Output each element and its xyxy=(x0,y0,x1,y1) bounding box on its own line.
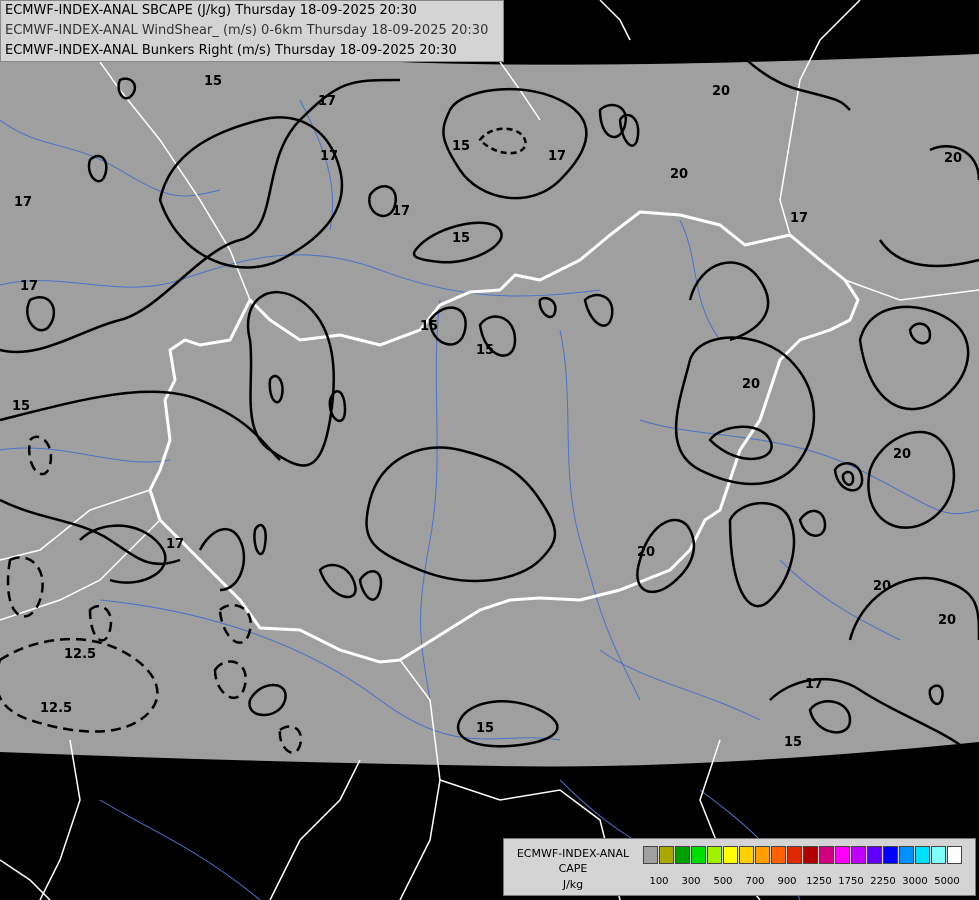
contour-label: 12.5 xyxy=(64,647,96,662)
legend-swatch xyxy=(819,846,834,864)
legend-swatch xyxy=(707,846,722,864)
contour-label: 15 xyxy=(452,231,470,246)
legend-tick-label: 300 xyxy=(681,876,701,887)
contour-label: 12.5 xyxy=(40,701,72,716)
cape-legend: ECMWF-INDEX-ANAL CAPE J/kg 100 300 500 700 9… xyxy=(503,838,976,896)
contour-label: 17 xyxy=(318,94,336,109)
legend-tick-label: 2250 xyxy=(870,876,896,887)
contour-label: 15 xyxy=(452,139,470,154)
legend-tick-label: 3000 xyxy=(902,876,928,887)
legend-swatch xyxy=(947,846,962,864)
weather-map: 15 17 20 15 17 17 17 17 15 20 20 17 17 1… xyxy=(0,0,979,900)
map-domain xyxy=(0,54,979,767)
contour-label: 15 xyxy=(12,399,30,414)
legend-tick-label: 5000 xyxy=(934,876,960,887)
legend-tick-label: 1750 xyxy=(838,876,864,887)
legend-unit: J/kg xyxy=(562,878,584,891)
legend-swatch xyxy=(803,846,818,864)
legend-tick-label: 700 xyxy=(745,876,765,887)
legend-swatch xyxy=(691,846,706,864)
legend-swatch xyxy=(787,846,802,864)
legend-swatch xyxy=(915,846,930,864)
legend-swatch xyxy=(867,846,882,864)
legend-swatch xyxy=(931,846,946,864)
map-header: ECMWF-INDEX-ANAL SBCAPE (J/kg) Thursday … xyxy=(0,0,504,62)
legend-swatch xyxy=(755,846,770,864)
header-line-sbcape: ECMWF-INDEX-ANAL SBCAPE (J/kg) Thursday … xyxy=(5,3,417,18)
contour-label: 15 xyxy=(420,319,438,334)
contour-label: 17 xyxy=(20,279,38,294)
contour-label: 15 xyxy=(476,721,494,736)
header-line-bunkers: ECMWF-INDEX-ANAL Bunkers Right (m/s) Thu… xyxy=(5,43,457,58)
legend-variable: CAPE xyxy=(558,862,588,875)
legend-swatch xyxy=(851,846,866,864)
legend-swatch xyxy=(739,846,754,864)
contour-label: 15 xyxy=(204,74,222,89)
contour-label: 17 xyxy=(548,149,566,164)
contour-label: 20 xyxy=(637,545,655,560)
contour-label: 17 xyxy=(392,204,410,219)
legend-swatch xyxy=(675,846,690,864)
legend-swatch xyxy=(835,846,850,864)
contour-label: 17 xyxy=(320,149,338,164)
legend-title: ECMWF-INDEX-ANAL xyxy=(516,847,630,860)
legend-tick-label: 500 xyxy=(713,876,733,887)
contour-label: 17 xyxy=(14,195,32,210)
contour-label: 17 xyxy=(166,537,184,552)
contour-label: 20 xyxy=(944,151,962,166)
contour-label: 20 xyxy=(742,377,760,392)
contour-label: 20 xyxy=(938,613,956,628)
legend-swatch xyxy=(883,846,898,864)
legend-swatch xyxy=(899,846,914,864)
legend-swatch xyxy=(723,846,738,864)
legend-swatch xyxy=(771,846,786,864)
legend-swatch xyxy=(643,846,658,864)
contour-label: 20 xyxy=(873,579,891,594)
header-line-windshear: ECMWF-INDEX-ANAL WindShear_ (m/s) 0-6km … xyxy=(5,23,489,38)
legend-tick-label: 900 xyxy=(777,876,797,887)
contour-label: 20 xyxy=(712,84,730,99)
contour-label: 17 xyxy=(790,211,808,226)
contour-label: 15 xyxy=(476,343,494,358)
contour-label: 20 xyxy=(893,447,911,462)
contour-label: 15 xyxy=(784,735,802,750)
contour-label: 17 xyxy=(805,677,823,692)
legend-tick-label: 100 xyxy=(649,876,669,887)
legend-swatch xyxy=(659,846,674,864)
legend-tick-label: 1250 xyxy=(806,876,832,887)
contour-label: 20 xyxy=(670,167,688,182)
